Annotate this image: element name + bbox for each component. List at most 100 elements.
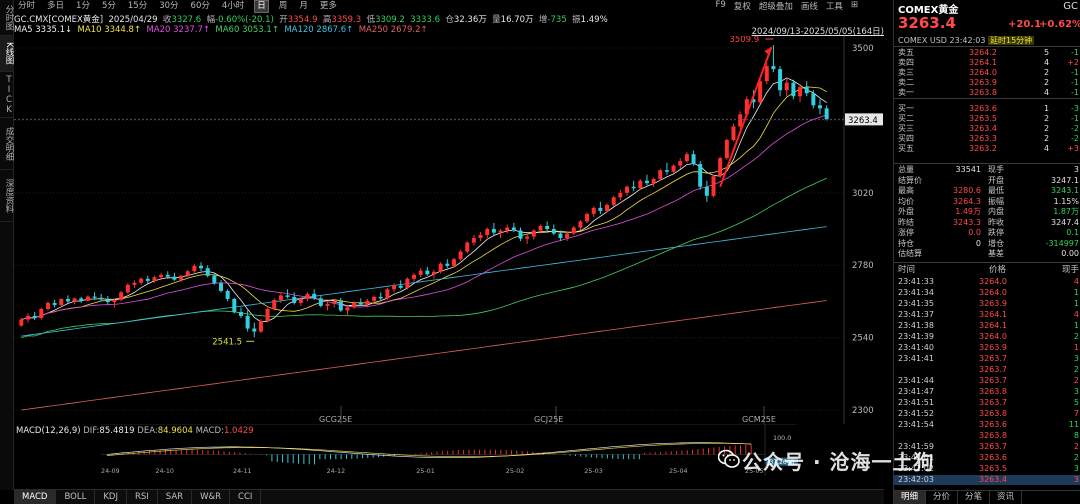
tab-boll[interactable]: BOLL [56, 490, 96, 504]
level-label: 买三 [898, 124, 914, 133]
candle [491, 222, 496, 236]
candle [99, 293, 104, 302]
tick-row[interactable]: 23:41:40 3263.9 1 [894, 343, 1080, 353]
candle [139, 277, 144, 285]
candle [298, 297, 303, 306]
tick-row[interactable]: 3263.8 8 [894, 431, 1080, 441]
candle [85, 295, 90, 302]
period-60min[interactable]: 60分 [189, 1, 212, 12]
layout-grid-icon[interactable]: ⊞ [851, 0, 858, 12]
tick-row[interactable]: 23:41:37 3264.1 4 [894, 310, 1080, 320]
bid-level[interactable]: 买五 3263.2 4 +3 [894, 144, 1080, 154]
open-value: 3354.9 [287, 15, 318, 25]
level-change: -1 [1071, 68, 1079, 77]
wechat-icon [718, 449, 740, 468]
tick-row[interactable]: 23:41:39 3264.0 2 [894, 332, 1080, 342]
period-more[interactable]: 更多 [318, 1, 339, 12]
tab-sar[interactable]: SAR [158, 490, 193, 504]
candle [252, 322, 257, 338]
period-5min[interactable]: 5分 [100, 1, 118, 12]
tab-trade-detail[interactable]: 成交明细 [0, 118, 14, 170]
stat-value: 3280.6 [953, 186, 981, 195]
tab-news[interactable]: 资讯 [990, 491, 1023, 504]
tick-row[interactable]: 23:41:54 3263.6 11 [894, 420, 1080, 430]
tick-price: 3263.7 [979, 365, 1007, 374]
tab-kdj[interactable]: KDJ [95, 490, 127, 504]
candle [431, 269, 436, 279]
bid-level[interactable]: 买三 3263.4 2 -2 [894, 124, 1080, 134]
adjust-button[interactable]: 复权 [734, 0, 751, 12]
stat-label: 昨收 [988, 217, 1004, 227]
overlay-button[interactable]: 超级叠加 [759, 0, 793, 12]
ask-level[interactable]: 卖二 3263.9 2 -1 [894, 78, 1080, 88]
ask-level[interactable]: 卖一 3263.8 4 -1 [894, 88, 1080, 98]
period-1min[interactable]: 1分 [74, 1, 92, 12]
stat-label: 增仓 [988, 238, 1004, 248]
candle [545, 221, 550, 231]
tab-kline[interactable]: K线图 [0, 36, 14, 72]
candle [718, 156, 723, 178]
period-week[interactable]: 周 [277, 1, 290, 12]
tab-tick[interactable]: TICK [0, 72, 14, 118]
stat-label: 振幅 [988, 196, 1004, 206]
tab-depth-data[interactable]: 深度资料 [0, 170, 14, 222]
period-day[interactable]: 日 [254, 0, 269, 13]
candle [405, 277, 410, 290]
bid-level[interactable]: 买四 3263.3 2 -2 [894, 134, 1080, 144]
tick-row[interactable]: 23:41:44 3263.7 2 [894, 376, 1080, 386]
level-volume: 4 [1044, 58, 1050, 67]
candle [318, 295, 323, 308]
tab-cci[interactable]: CCI [230, 490, 262, 504]
f9-button[interactable]: F9 [716, 0, 726, 12]
stat-row: 估结算 基差 0.00 [894, 249, 1080, 259]
tick-row[interactable]: 3263.7 2 [894, 365, 1080, 375]
tick-row[interactable]: 23:41:38 3264.1 1 [894, 321, 1080, 331]
level-price: 3263.2 [969, 144, 997, 153]
bid-level[interactable]: 买二 3263.5 2 -1 [894, 114, 1080, 124]
level-volume: 2 [1044, 124, 1050, 133]
tab-timeshare[interactable]: 分时图 [0, 0, 14, 36]
period-timeshare[interactable]: 分时 [16, 1, 37, 12]
tick-time: 23:41:38 [898, 321, 934, 330]
candle [32, 311, 37, 321]
ask-level[interactable]: 卖五 3264.2 5 -1 [894, 48, 1080, 58]
x-tick-label: 25-03 [584, 467, 603, 475]
tick-row[interactable]: 23:41:51 3263.7 5 [894, 398, 1080, 408]
candle [392, 283, 397, 293]
tab-detail[interactable]: 明细 [894, 491, 927, 504]
candle [105, 295, 110, 305]
tick-price: 3264.0 [979, 277, 1007, 286]
tab-wr[interactable]: W&R [192, 490, 231, 504]
tick-row[interactable]: 23:41:41 3263.7 3 [894, 354, 1080, 364]
level-change: -1 [1071, 78, 1079, 87]
ask-level[interactable]: 卖三 3264.0 2 -1 [894, 68, 1080, 78]
period-multiday[interactable]: 多日 [45, 1, 66, 12]
tab-rsi[interactable]: RSI [127, 490, 158, 504]
candle [471, 235, 476, 246]
period-15min[interactable]: 15分 [126, 1, 149, 12]
tick-row[interactable]: 23:41:34 3264.0 1 [894, 288, 1080, 298]
tick-row[interactable]: 23:41:47 3263.8 3 [894, 387, 1080, 397]
draw-line-button[interactable]: 画线 [801, 0, 818, 12]
stat-label: 涨停 [898, 228, 914, 237]
kline-chart[interactable]: 3500326030202780254023003509.92541.53263… [14, 36, 884, 424]
candle [412, 272, 417, 282]
tab-trades[interactable]: 分笔 [958, 491, 991, 504]
bid-level[interactable]: 买一 3263.6 1 -3 [894, 104, 1080, 114]
level-label: 买五 [898, 144, 914, 153]
period-30min[interactable]: 30分 [157, 1, 180, 12]
tab-price-dist[interactable]: 分价 [926, 491, 959, 504]
period-4hour[interactable]: 4小时 [220, 1, 246, 12]
period-month[interactable]: 月 [297, 1, 310, 12]
period-bar: 分时 多日 1分 5分 15分 30分 60分 4小时 日 周 月 更多 F9 … [14, 0, 884, 13]
level-change: -2 [1071, 134, 1079, 143]
tools-button[interactable]: 工具 [826, 0, 843, 12]
stat-value: 0 [975, 238, 981, 248]
instrument-code: GC [1063, 1, 1078, 12]
tick-row[interactable]: 23:42:03 3263.4 3 [894, 475, 1080, 485]
tick-row[interactable]: 23:41:33 3264.0 4 [894, 277, 1080, 287]
tick-row[interactable]: 23:41:52 3263.8 7 [894, 409, 1080, 419]
tab-macd[interactable]: MACD [14, 490, 57, 504]
tick-row[interactable]: 23:41:35 3263.9 1 [894, 299, 1080, 309]
ask-level[interactable]: 卖四 3264.1 4 +2 [894, 58, 1080, 68]
